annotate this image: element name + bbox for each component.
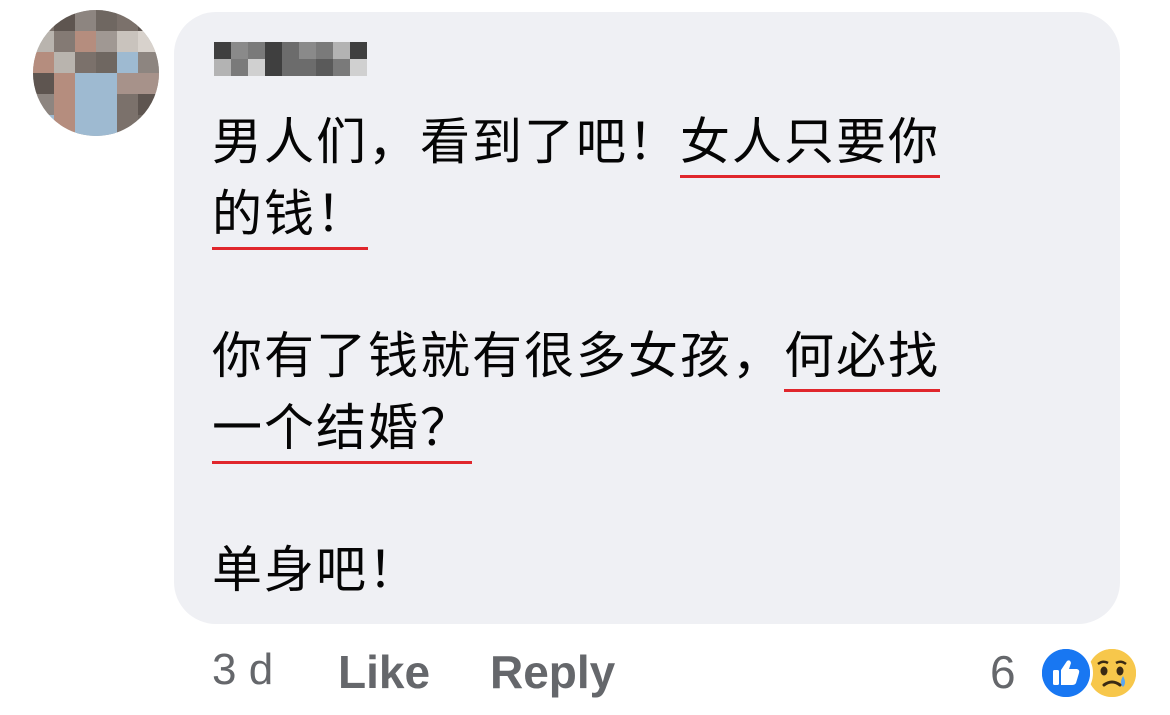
avatar-pixel [54,10,75,31]
like-button[interactable]: Like [338,645,430,699]
avatar-pixel [117,94,138,115]
author-pixel [350,42,367,59]
avatar-pixel [96,115,117,136]
avatar-pixel [33,73,54,94]
avatar-pixel [117,10,138,31]
avatar-pixel [33,94,54,115]
author-pixel [299,42,316,59]
avatar-pixel [138,115,159,136]
avatar-pixel [75,115,96,136]
author-pixel [214,42,231,59]
author-pixel [333,59,350,76]
comment-text-underlined: 的钱！ [212,185,368,250]
author-pixel [231,59,248,76]
avatar-pixel [96,73,117,94]
avatar-pixel [96,94,117,115]
avatar-pixel [138,52,159,73]
avatar-pixel [54,115,75,136]
avatar-pixel [33,115,54,136]
avatar-pixel [138,73,159,94]
author-pixel [316,42,333,59]
avatar-pixel [117,115,138,136]
comment-line: 一个结婚？ [212,398,472,464]
comment-line: 你有了钱就有很多女孩，何必找 [212,326,940,392]
like-icon[interactable] [1039,646,1093,700]
thumbs-up-icon [1042,649,1090,697]
author-pixel [316,59,333,76]
avatar-pixel [117,73,138,94]
avatar-pixel [75,94,96,115]
reply-button[interactable]: Reply [490,645,615,699]
comment-line: 单身吧！ [212,540,420,600]
author-pixel [231,42,248,59]
avatar-pixel [117,52,138,73]
avatar-pixel [54,52,75,73]
author-name-pixelated[interactable] [214,38,374,84]
avatar[interactable] [33,10,159,136]
reaction-count[interactable]: 6 [990,645,1016,699]
avatar-pixel [54,73,75,94]
avatar-pixel [75,31,96,52]
comment-line: 男人们，看到了吧！女人只要你 [212,112,940,178]
comment-text-underlined: 一个结婚？ [212,399,472,464]
avatar-pixel [75,10,96,31]
comment-text: 你有了钱就有很多女孩， [212,327,784,385]
avatar-pixel [54,31,75,52]
sad-icon[interactable] [1085,646,1139,700]
avatar-pixel [75,52,96,73]
comment-text: 男人们，看到了吧！ [212,113,680,171]
avatar-pixel [138,31,159,52]
comment-line: 的钱！ [212,184,368,250]
avatar-pixel [33,10,54,31]
avatar-pixel [96,52,117,73]
avatar-pixel [138,10,159,31]
comment-text-underlined: 何必找 [784,327,940,392]
avatar-pixel [96,10,117,31]
author-pixel [333,42,350,59]
author-pixel [248,59,265,76]
avatar-pixel [96,31,117,52]
author-pixel [350,59,367,76]
author-pixel [248,42,265,59]
avatar-pixel [117,31,138,52]
avatar-pixel [54,94,75,115]
author-pixel [282,59,299,76]
comment-text: 单身吧！ [212,541,420,599]
author-pixel [265,42,282,59]
avatar-pixel [33,31,54,52]
avatar-pixel [33,52,54,73]
avatar-pixel [138,94,159,115]
comment-bubble [174,12,1120,624]
author-pixel [282,42,299,59]
author-pixel [265,59,282,76]
author-pixel [214,59,231,76]
author-pixel [299,59,316,76]
comment-text-underlined: 女人只要你 [680,113,940,178]
comment-timestamp[interactable]: 3 d [212,645,273,695]
avatar-pixel [75,73,96,94]
sad-face-icon [1088,649,1136,697]
